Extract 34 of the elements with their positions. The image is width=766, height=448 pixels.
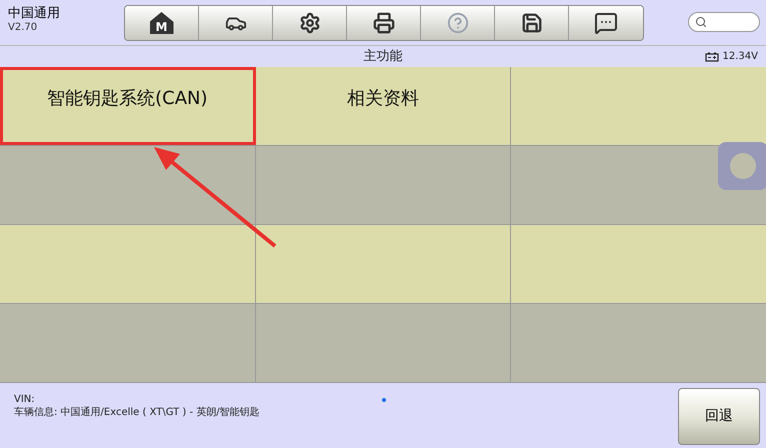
vin-label: VIN: bbox=[14, 393, 36, 406]
battery-icon bbox=[704, 52, 719, 62]
menu-cell[interactable] bbox=[256, 304, 512, 382]
toolbar-button[interactable] bbox=[495, 6, 569, 40]
menu-cell[interactable] bbox=[511, 304, 766, 382]
save-icon bbox=[520, 12, 542, 34]
message-icon bbox=[594, 11, 618, 35]
menu-cell[interactable] bbox=[511, 225, 766, 303]
toolbar-button[interactable] bbox=[569, 6, 643, 40]
menu-cell[interactable] bbox=[256, 225, 512, 303]
search-icon bbox=[695, 16, 707, 28]
version-label: V2.70 bbox=[8, 22, 38, 34]
menu-cell[interactable] bbox=[511, 67, 766, 145]
toolbar-button[interactable]: M bbox=[125, 6, 199, 40]
printer-icon bbox=[372, 12, 394, 34]
menu-cell[interactable] bbox=[256, 146, 512, 224]
toolbar-button[interactable] bbox=[347, 6, 421, 40]
settings-icon bbox=[298, 12, 320, 34]
vehicle-info: 车辆信息: 中国通用/Excelle ( XT\GT ) - 英朗/智能钥匙 bbox=[14, 406, 261, 419]
page-title: 主功能 bbox=[364, 48, 402, 66]
toolbar-button[interactable] bbox=[273, 6, 347, 40]
home-icon: M bbox=[150, 12, 174, 34]
search-field[interactable] bbox=[688, 12, 760, 32]
menu-cell[interactable] bbox=[0, 225, 256, 303]
menu-cell[interactable] bbox=[0, 304, 256, 382]
menu-cell[interactable]: 相关资料 bbox=[256, 67, 512, 145]
help-icon bbox=[446, 12, 468, 34]
app-title: 中国通用 bbox=[8, 6, 61, 22]
menu-cell[interactable]: 智能钥匙系统(CAN) bbox=[0, 67, 256, 145]
voltage-reading: 12.34V bbox=[722, 50, 758, 64]
back-button[interactable]: 回退 bbox=[678, 388, 760, 445]
toolbar-button[interactable] bbox=[199, 6, 273, 40]
menu-cell[interactable] bbox=[0, 146, 256, 224]
assistive-touch-overlay[interactable] bbox=[718, 142, 766, 190]
